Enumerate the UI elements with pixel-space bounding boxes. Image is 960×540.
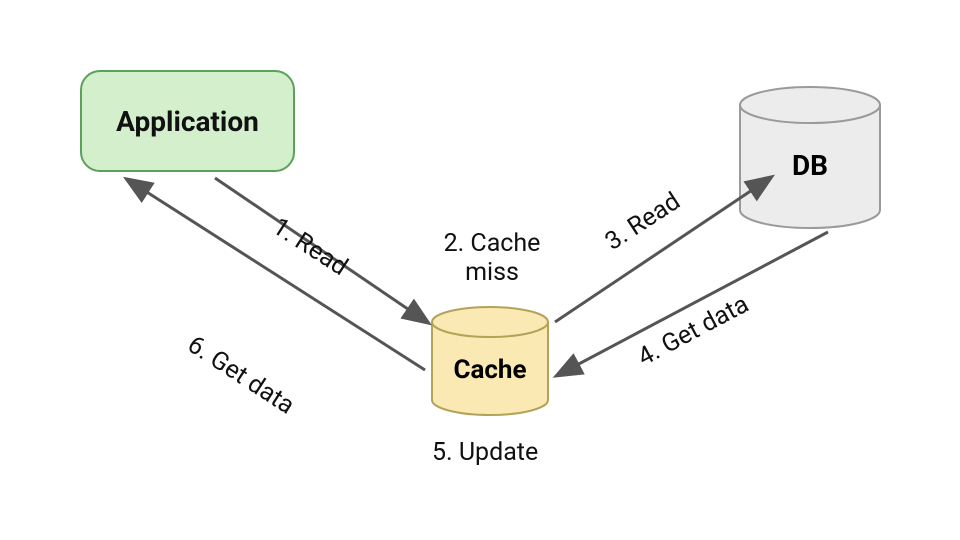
step-2-label: 2. Cache miss — [432, 230, 552, 288]
step-5-label: 5. Update — [432, 438, 538, 467]
application-node: Application — [80, 70, 295, 172]
db-node: DB — [740, 87, 880, 228]
cache-node: Cache — [432, 307, 548, 415]
db-label: DB — [792, 149, 828, 182]
cache-label: Cache — [453, 355, 526, 385]
diagram-canvas: DB Cache Application 1. Read 2. Cache mi… — [0, 0, 960, 540]
application-label: Application — [116, 105, 259, 138]
arrow-getdata-cache-to-app — [128, 180, 425, 370]
arrow-getdata-db-to-cache — [558, 232, 828, 375]
